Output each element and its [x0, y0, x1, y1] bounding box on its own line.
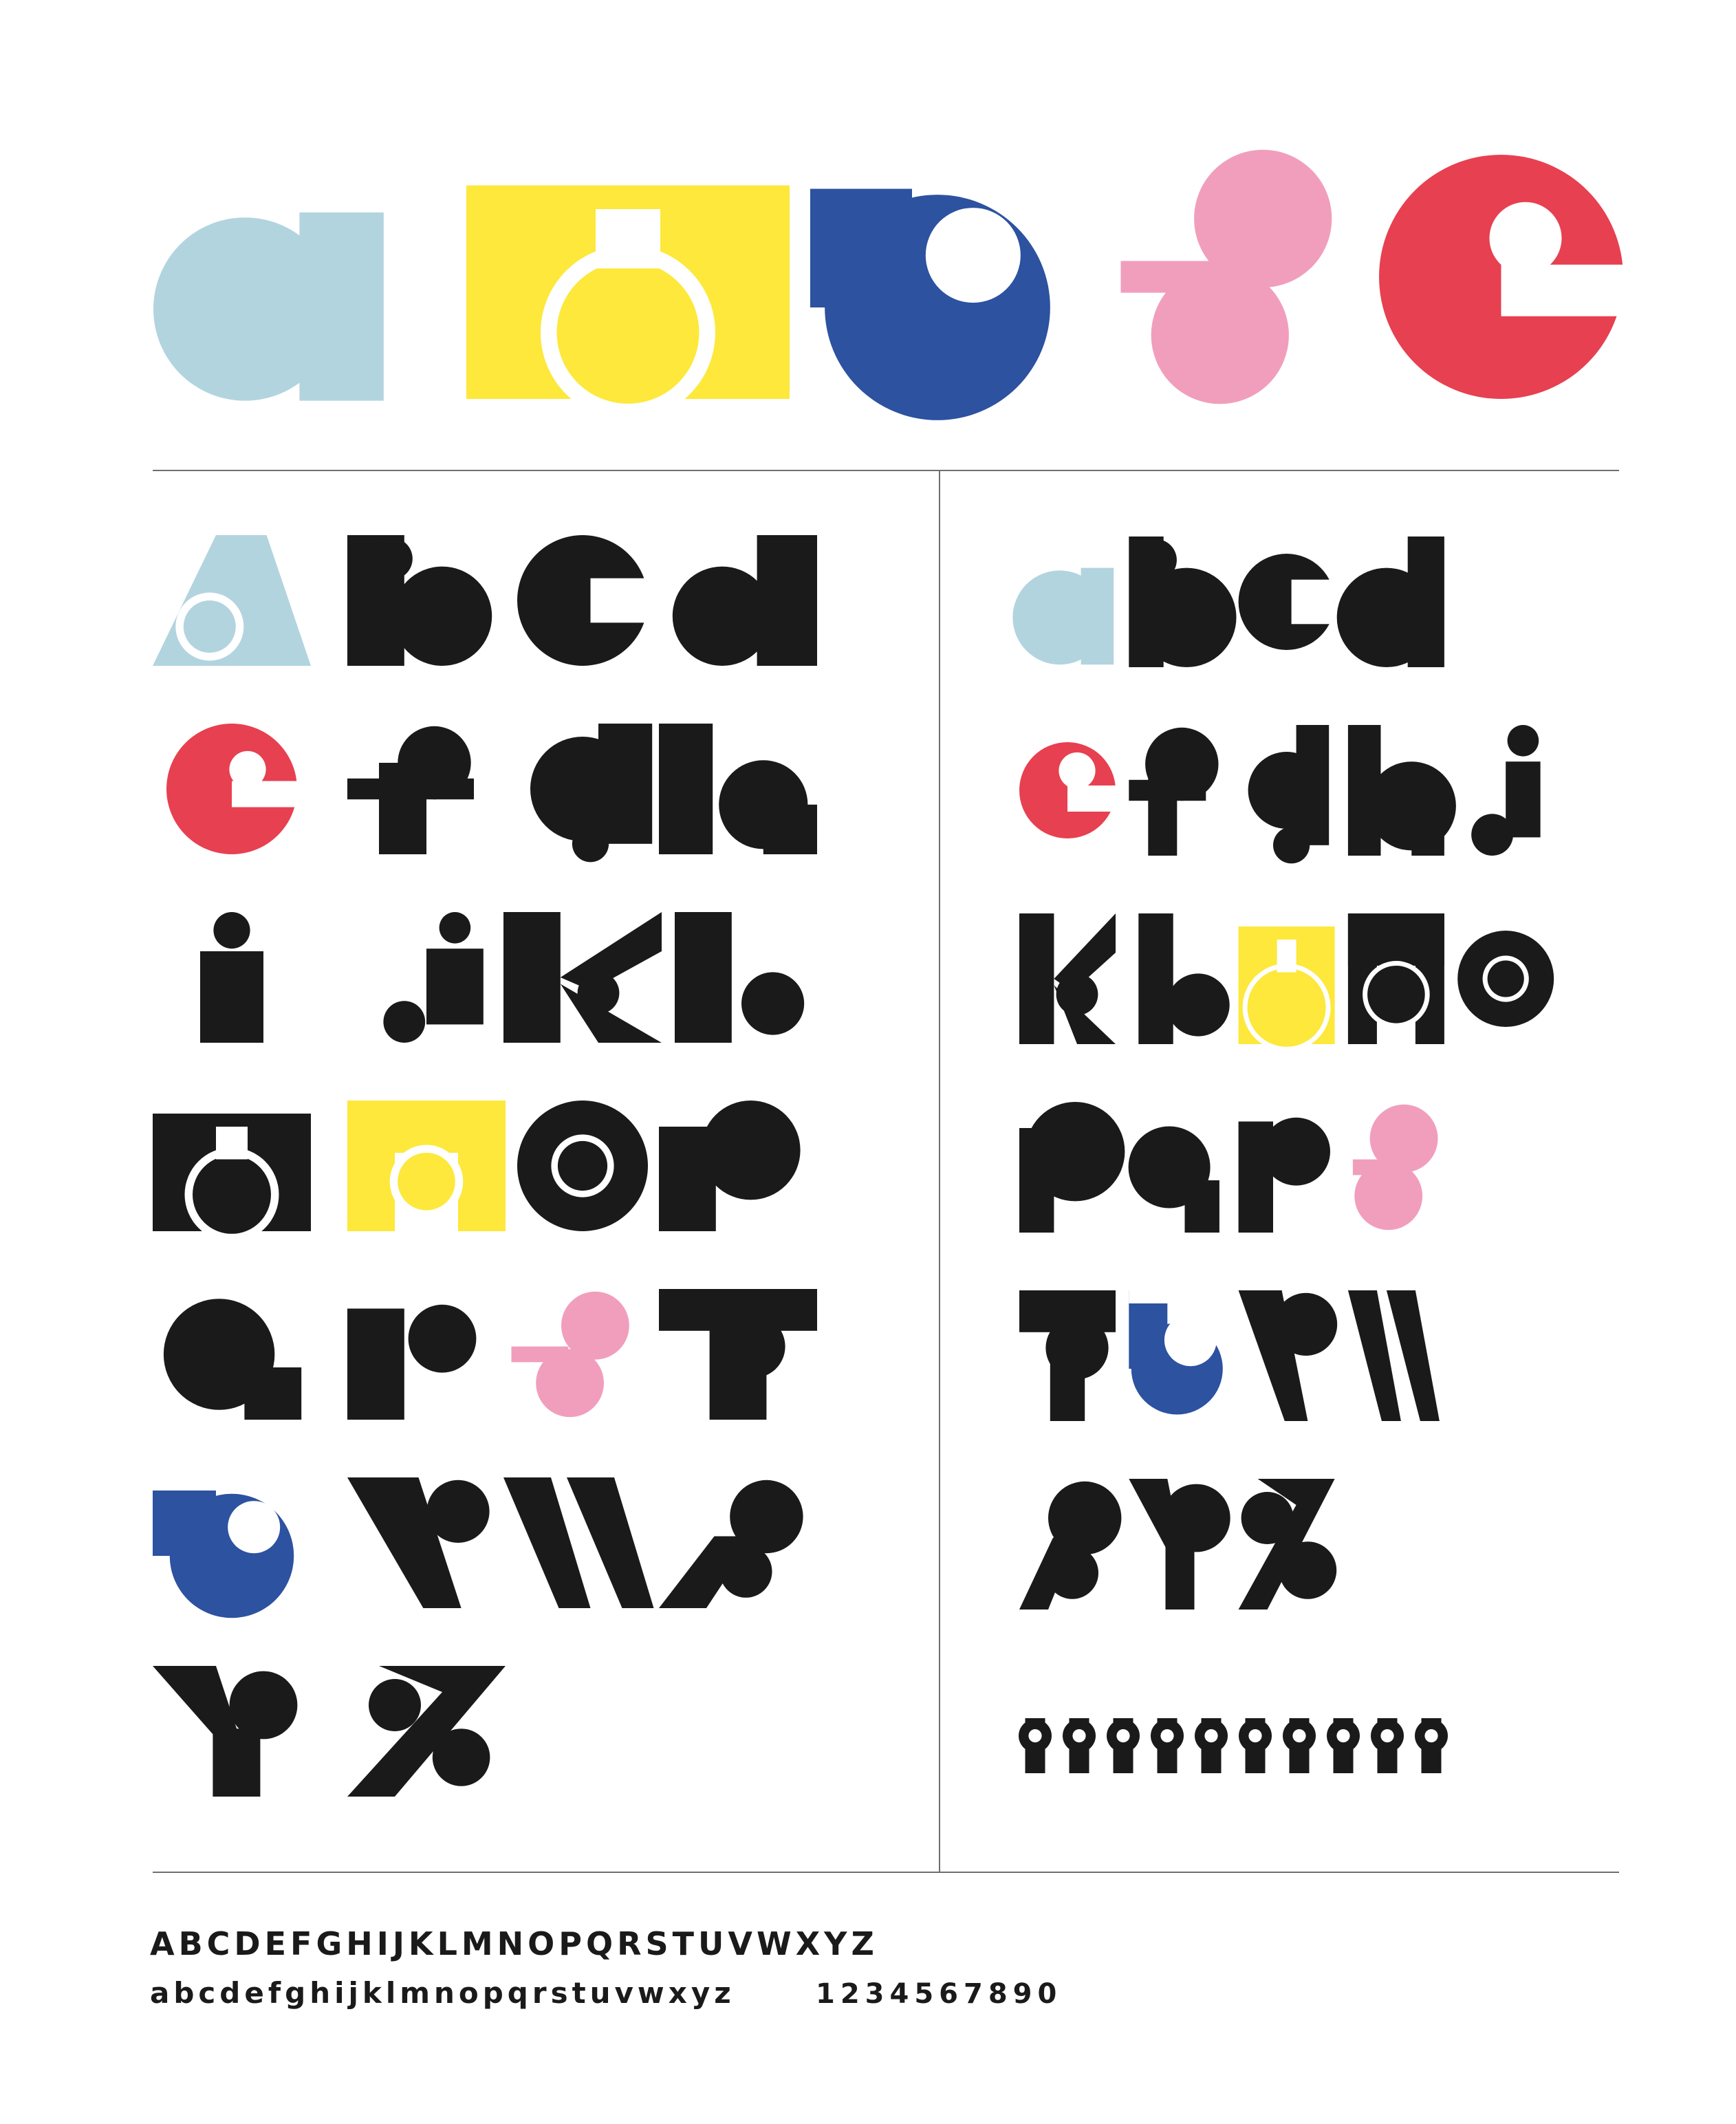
lower-glyph-u: [1129, 1290, 1226, 1415]
upper-glyph-H: [659, 724, 817, 854]
lower-glyph-v: [1238, 1290, 1338, 1421]
numeral-5: [1195, 1718, 1228, 1773]
numeral-7: [1283, 1718, 1316, 1773]
upper-glyph-Z: [347, 1666, 506, 1797]
numeral-1: [1019, 1718, 1052, 1773]
upper-glyph-T: [659, 1289, 817, 1420]
lower-glyph-m: [1238, 926, 1335, 1052]
upper-glyph-B: [347, 535, 492, 666]
lower-glyph-j: [1471, 725, 1541, 856]
numeral-8: [1327, 1718, 1360, 1773]
lower-glyph-w: [1347, 1290, 1440, 1421]
lower-glyph-k: [1019, 913, 1116, 1044]
upper-glyph-J: [383, 912, 484, 1043]
lower-glyph-q: [1128, 1126, 1219, 1233]
strip-lowercase: abcdefghijklmnopqrstuvwxyz: [150, 1976, 735, 2010]
hero-letter-a: [153, 212, 384, 401]
lower-glyph-l: [1138, 913, 1230, 1044]
lower-glyph-g: [1248, 725, 1330, 864]
upper-glyph-G: [530, 724, 653, 863]
lower-glyph-y: [1129, 1479, 1230, 1610]
upper-glyph-C: [517, 535, 662, 666]
upper-glyph-F: [347, 726, 474, 854]
numeral-2: [1063, 1718, 1096, 1773]
upper-glyph-O: [517, 1101, 648, 1231]
numeral-6: [1239, 1718, 1272, 1773]
upper-glyph-R: [347, 1304, 477, 1420]
upper-glyph-P: [659, 1101, 801, 1231]
hero-wordmark: [153, 149, 1636, 420]
numeral-3: [1107, 1718, 1140, 1773]
upper-glyph-S: [511, 1291, 629, 1418]
lower-glyph-x: [1019, 1481, 1122, 1610]
hero-letter-u: [810, 165, 1065, 420]
strip-uppercase: ABCDEFGHIJKLMNOPQRSTUVWXYZ: [150, 1925, 878, 1962]
upper-glyph-E: [166, 724, 319, 854]
lower-glyph-c: [1238, 554, 1335, 650]
upper-glyph-Q: [163, 1299, 302, 1420]
numeral-9: [1371, 1718, 1404, 1773]
lower-glyph-t: [1019, 1290, 1116, 1421]
upper-glyph-Y: [153, 1666, 298, 1797]
upper-glyph-N: [347, 1101, 506, 1231]
upper-glyph-V: [347, 1477, 490, 1608]
strip-numerals: 1234567890: [816, 1978, 1062, 2010]
lower-glyph-p: [1019, 1102, 1125, 1233]
lower-glyph-r: [1238, 1117, 1330, 1233]
upper-glyph-X: [659, 1480, 803, 1608]
lower-glyph-n: [1347, 913, 1444, 1044]
lower-glyph-e: [1019, 742, 1120, 838]
type-specimen-sheet: ABCDEFGHIJKLMNOPQRSTUVWXYZ abcdefghijklm…: [150, 149, 1636, 2010]
lowercase-glyph-grid: [1012, 537, 1554, 1610]
numeral-4: [1151, 1718, 1184, 1773]
lower-glyph-s: [1352, 1104, 1438, 1231]
upper-glyph-M: [153, 1114, 311, 1242]
lower-glyph-f: [1129, 727, 1219, 856]
lower-glyph-o: [1457, 931, 1554, 1027]
lower-glyph-h: [1347, 725, 1456, 856]
uppercase-glyph-grid: [153, 535, 817, 1797]
upper-glyph-D: [672, 535, 817, 666]
upper-glyph-U: [153, 1477, 311, 1618]
lower-glyph-a: [1012, 567, 1114, 665]
lower-glyph-d: [1336, 537, 1444, 667]
upper-glyph-K: [503, 912, 662, 1043]
hero-letter-e: [1379, 155, 1636, 399]
upper-glyph-I: [200, 912, 263, 1043]
hero-letter-s: [1120, 149, 1332, 404]
numeral-0: [1415, 1718, 1448, 1773]
hero-letter-m: [466, 185, 790, 420]
numeral-row: [1019, 1718, 1448, 1773]
lower-glyph-b: [1129, 537, 1237, 667]
lower-glyph-z: [1238, 1479, 1337, 1610]
upper-glyph-L: [675, 912, 805, 1043]
upper-glyph-A: [153, 535, 311, 666]
upper-glyph-W: [503, 1477, 654, 1608]
